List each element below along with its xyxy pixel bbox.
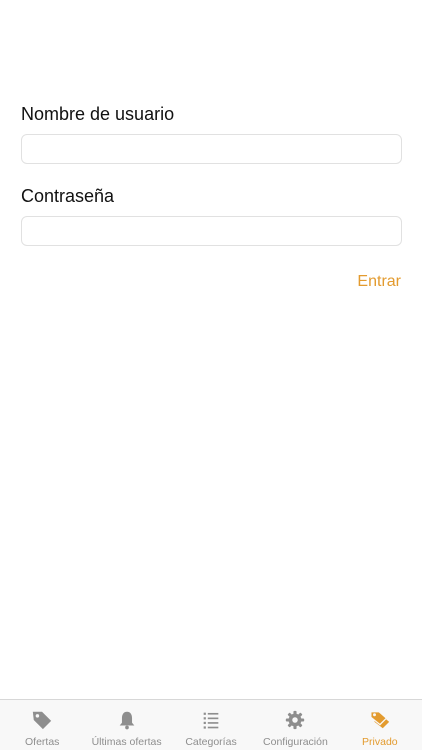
tab-label: Privado [362, 736, 398, 748]
tab-label: Ofertas [24, 736, 60, 748]
password-label: Contraseña [21, 186, 115, 206]
username-input[interactable] [21, 134, 402, 164]
tab-privado[interactable]: Privado [338, 700, 422, 750]
password-input[interactable] [21, 216, 402, 246]
list-icon [203, 712, 219, 729]
tab-label: Configuración [263, 736, 328, 748]
gear-icon [286, 710, 305, 730]
tab-bar: Ofertas Últimas ofertas Categorías Confi… [0, 699, 422, 750]
bell-icon [119, 711, 134, 730]
tag-icon [33, 711, 52, 730]
tab-categorias[interactable]: Categorías [169, 700, 253, 750]
tab-ofertas[interactable]: Ofertas [0, 700, 84, 750]
login-button[interactable]: Entrar [357, 273, 401, 291]
tab-configuracion[interactable]: Configuración [253, 700, 337, 750]
username-label: Nombre de usuario [21, 104, 175, 124]
tab-ultimas-ofertas[interactable]: Últimas ofertas [84, 700, 168, 750]
tags-icon [370, 711, 389, 729]
tab-label: Categorías [185, 736, 237, 748]
tab-label: Últimas ofertas [91, 736, 162, 748]
